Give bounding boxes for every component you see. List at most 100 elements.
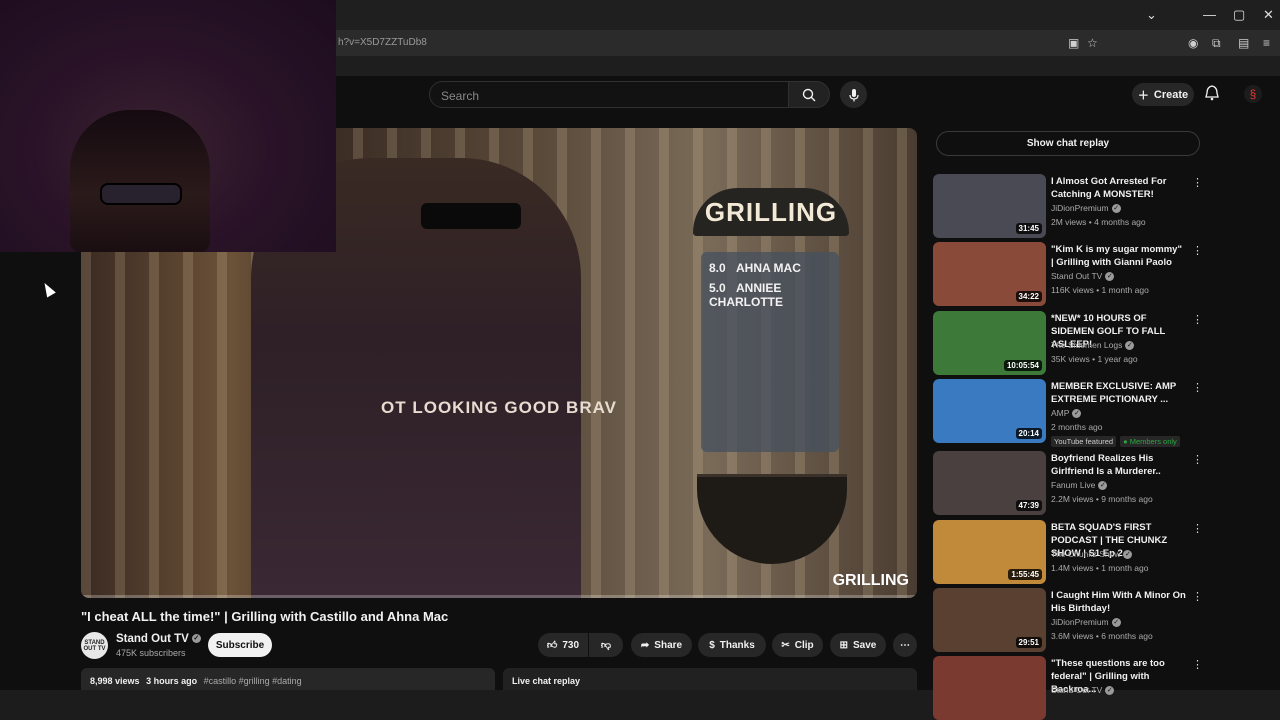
more-vertical-icon[interactable]: ⋮	[1192, 244, 1203, 257]
featured-badge: YouTube featured	[1051, 436, 1117, 447]
recommendation-item[interactable]: 20:14 MEMBER EXCLUSIVE: AMP EXTREME PICTI…	[933, 379, 1203, 447]
recommendation-channel[interactable]: JiDionPremium ✓	[1051, 617, 1121, 628]
minimize-icon[interactable]: —	[1203, 7, 1216, 22]
recommendation-item[interactable]: 10:05:54 *NEW* 10 HOURS OF SIDEMEN GOLF T…	[933, 311, 1203, 375]
recommendation-item[interactable]: "These questions are too federal" | Gril…	[933, 656, 1203, 720]
channel-name-text[interactable]: Stand Out TV	[116, 633, 189, 645]
recommendation-title[interactable]: I Almost Got Arrested For Catching A MON…	[1051, 175, 1187, 201]
bell-icon	[1205, 85, 1219, 101]
channel-name[interactable]: Stand Out TV ✓	[116, 633, 201, 645]
user-avatar[interactable]: §	[1244, 85, 1262, 103]
score-name: AHNA MAC	[736, 261, 801, 275]
thanks-button[interactable]: $ Thanks	[698, 633, 766, 657]
more-vertical-icon[interactable]: ⋮	[1192, 381, 1203, 394]
recommendation-title[interactable]: MEMBER EXCLUSIVE: AMP EXTREME PICTIONARY…	[1051, 380, 1187, 406]
recommendation-title[interactable]: I Caught Him With A Minor On His Birthda…	[1051, 589, 1187, 615]
video-thumbnail[interactable]: 31:45	[933, 174, 1046, 238]
recommendation-channel[interactable]: The Sidemen Logs ✓	[1051, 340, 1135, 351]
members-only-badge: ● Members only	[1120, 436, 1180, 447]
recommendation-meta: 2.2M views • 9 months ago	[1051, 494, 1153, 504]
more-actions-button[interactable]: ⋯	[893, 633, 917, 657]
verified-icon: ✓	[1111, 618, 1121, 628]
recommendation-channel[interactable]: AMP ✓	[1051, 408, 1082, 419]
search-input[interactable]: Search	[429, 81, 789, 108]
like-button[interactable]: 👍︎ 730	[538, 633, 588, 657]
close-icon[interactable]: ✕	[1263, 7, 1274, 23]
live-chat-replay-header[interactable]: Live chat replay	[503, 668, 917, 690]
score-panel: 8.0 AHNA MAC 5.0 ANNIEE CHARLOTTE	[701, 252, 839, 452]
more-vertical-icon[interactable]: ⋮	[1192, 453, 1203, 466]
recommendation-channel[interactable]: Stand Out TV ✓	[1051, 271, 1115, 282]
extensions-icon[interactable]: ⧉	[1212, 36, 1221, 51]
subscribe-button[interactable]: Subscribe	[208, 633, 272, 657]
recommendation-item[interactable]: 34:22 "Kim K is my sugar mommy" | Grillin…	[933, 242, 1203, 306]
clip-button[interactable]: ✂ Clip	[772, 633, 823, 657]
video-thumbnail[interactable]	[933, 656, 1046, 720]
recommendation-item[interactable]: 1:55:45 BETA SQUAD'S FIRST PODCAST | THE …	[933, 520, 1203, 584]
thanks-label: Thanks	[719, 639, 755, 651]
picture-in-picture-icon[interactable]: ▣	[1068, 36, 1079, 50]
verified-icon: ✓	[1125, 341, 1135, 351]
recommendation-meta: 35K views • 1 year ago	[1051, 354, 1138, 364]
hashtags[interactable]: #castillo #grilling #dating	[204, 676, 302, 686]
create-button[interactable]: ＋ Create	[1132, 83, 1194, 106]
search-icon	[802, 88, 816, 101]
menu-icon[interactable]: ≡	[1263, 36, 1270, 50]
recommendation-item[interactable]: 29:51 I Caught Him With A Minor On His Bi…	[933, 588, 1203, 652]
duration-badge: 20:14	[1015, 428, 1042, 439]
progress-bar[interactable]	[81, 595, 917, 598]
bookmark-star-icon[interactable]: ☆	[1087, 36, 1098, 50]
video-thumbnail[interactable]: 47:39	[933, 451, 1046, 515]
recommendation-title[interactable]: Boyfriend Realizes His Girlfriend Is a M…	[1051, 452, 1187, 478]
recommendation-item[interactable]: 47:39 Boyfriend Realizes His Girlfriend I…	[933, 451, 1203, 515]
video-thumbnail[interactable]: 20:14	[933, 379, 1046, 443]
description-box[interactable]: 8,998 views 3 hours ago #castillo #grill…	[81, 668, 495, 690]
like-count: 730	[562, 639, 580, 651]
recommendation-channel-name[interactable]: The Chunkz Show	[1051, 549, 1120, 559]
recommendation-channel-name[interactable]: JiDionPremium	[1051, 617, 1109, 627]
recommendation-channel-name[interactable]: AMP	[1051, 408, 1069, 418]
recommendation-channel[interactable]: The Chunkz Show ✓	[1051, 549, 1133, 560]
more-vertical-icon[interactable]: ⋮	[1192, 313, 1203, 326]
search-button[interactable]	[788, 81, 830, 108]
more-vertical-icon[interactable]: ⋮	[1192, 590, 1203, 603]
voice-search-button[interactable]	[840, 81, 867, 108]
show-chat-replay-button[interactable]: Show chat replay	[936, 131, 1200, 156]
recommendation-channel-name[interactable]: Stand Out TV	[1051, 685, 1102, 695]
recommendation-channel-name[interactable]: Fanum Live	[1051, 480, 1095, 490]
recommendation-channel[interactable]: Stand Out TV ✓	[1051, 685, 1115, 696]
recommendation-channel[interactable]: JiDionPremium ✓	[1051, 203, 1121, 214]
save-button[interactable]: ⊞ Save	[830, 633, 886, 657]
more-vertical-icon[interactable]: ⋮	[1192, 176, 1203, 189]
video-thumbnail[interactable]: 34:22	[933, 242, 1046, 306]
notifications-button[interactable]	[1205, 85, 1219, 106]
view-count: 8,998 views	[90, 676, 140, 686]
recommendation-title[interactable]: "Kim K is my sugar mommy" | Grilling wit…	[1051, 243, 1187, 269]
extension-badge-icon[interactable]: ▤	[1238, 36, 1249, 50]
video-thumbnail[interactable]: 10:05:54	[933, 311, 1046, 375]
recommendation-channel-name[interactable]: JiDionPremium	[1051, 203, 1109, 213]
webcam-person	[70, 110, 210, 252]
url-text[interactable]: h?v=X5D7ZZTuDb8	[338, 37, 427, 48]
thumbs-down-icon: 👎︎	[600, 640, 612, 651]
duration-badge: 29:51	[1015, 637, 1042, 648]
share-button[interactable]: ➦ Share	[631, 633, 692, 657]
more-horizontal-icon: ⋯	[900, 639, 910, 651]
dislike-button[interactable]: 👎︎	[589, 633, 623, 657]
account-icon[interactable]: ◉	[1188, 36, 1198, 50]
grilling-lamp: GRILLING	[693, 188, 849, 236]
recommendation-item[interactable]: 31:45 I Almost Got Arrested For Catching …	[933, 174, 1203, 238]
verified-icon: ✓	[1105, 272, 1115, 282]
maximize-icon[interactable]: ▢	[1233, 7, 1245, 23]
recommendation-channel-name[interactable]: The Sidemen Logs	[1051, 340, 1122, 350]
tab-list-dropdown-icon[interactable]: ⌄	[1146, 7, 1157, 23]
video-thumbnail[interactable]: 1:55:45	[933, 520, 1046, 584]
recommendation-channel[interactable]: Fanum Live ✓	[1051, 480, 1108, 491]
more-vertical-icon[interactable]: ⋮	[1192, 658, 1203, 671]
channel-avatar[interactable]: STAND OUT TV	[81, 632, 108, 659]
video-thumbnail[interactable]: 29:51	[933, 588, 1046, 652]
recommendation-channel-name[interactable]: Stand Out TV	[1051, 271, 1102, 281]
recommendation-meta: 2M views • 4 months ago	[1051, 217, 1146, 227]
more-vertical-icon[interactable]: ⋮	[1192, 522, 1203, 535]
score-row: 5.0 ANNIEE CHARLOTTE	[709, 281, 839, 309]
